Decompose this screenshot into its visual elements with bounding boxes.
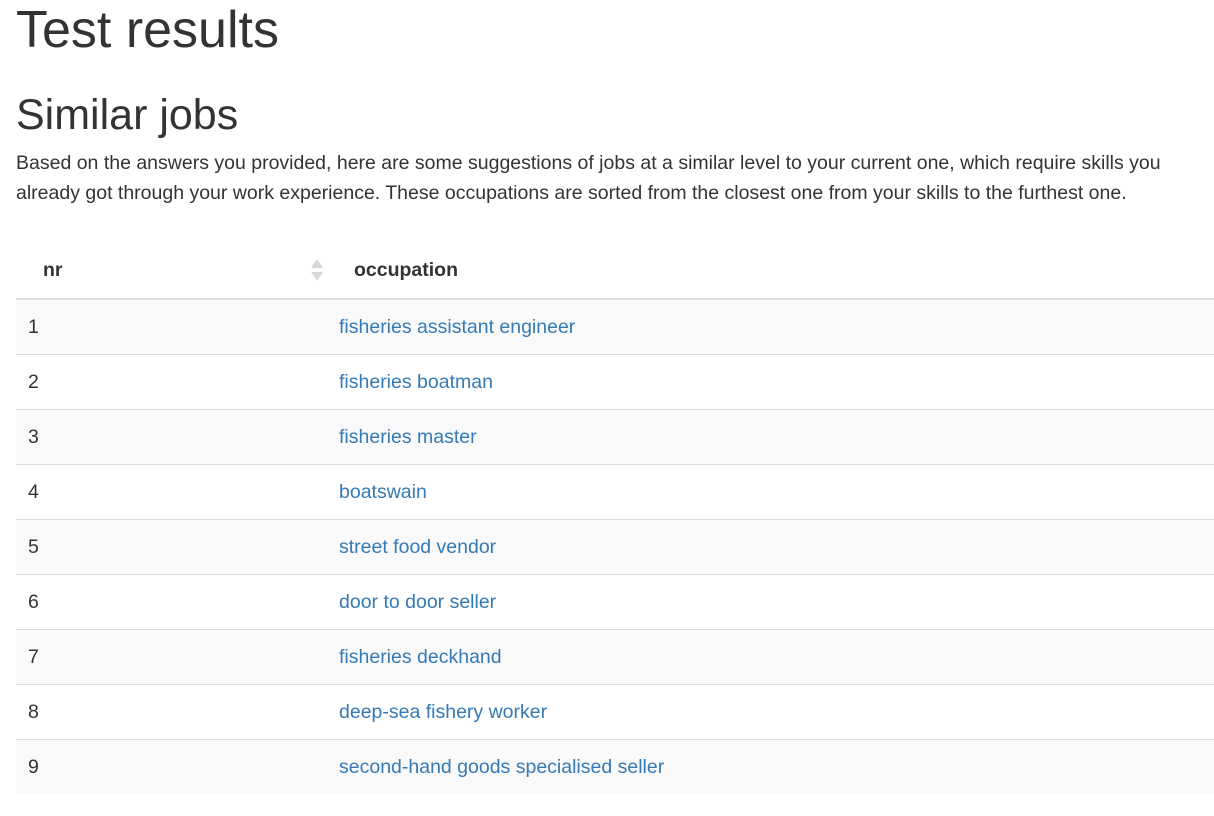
table-row: 3 fisheries master — [16, 409, 1214, 465]
occupation-link[interactable]: fisheries deckhand — [339, 646, 502, 668]
row-occupation: deep-sea fishery worker — [339, 684, 1214, 740]
row-nr: 7 — [16, 629, 339, 685]
column-header-occupation: occupation — [339, 242, 1214, 300]
row-nr: 3 — [16, 409, 339, 465]
row-occupation: boatswain — [339, 464, 1214, 520]
occupation-link[interactable]: street food vendor — [339, 536, 496, 558]
occupation-link[interactable]: fisheries boatman — [339, 371, 493, 393]
table-header: nr occupation — [16, 242, 1214, 300]
column-header-occupation-label: occupation — [354, 258, 459, 281]
row-nr: 9 — [16, 739, 339, 794]
column-header-nr[interactable]: nr — [16, 242, 339, 300]
sort-down-icon — [311, 272, 323, 281]
table-row: 8 deep-sea fishery worker — [16, 684, 1214, 740]
table-header-row: nr occupation — [16, 242, 1214, 300]
column-header-nr-label: nr — [43, 258, 63, 281]
row-nr: 5 — [16, 519, 339, 575]
table-body: 1 fisheries assistant engineer 2 fisheri… — [16, 299, 1214, 794]
similar-jobs-table: nr occupation 1 fisheries assistant engi… — [16, 242, 1214, 794]
sort-up-icon — [311, 259, 323, 268]
row-occupation: fisheries assistant engineer — [339, 299, 1214, 355]
row-nr: 8 — [16, 684, 339, 740]
row-occupation: second-hand goods specialised seller — [339, 739, 1214, 794]
row-occupation: fisheries deckhand — [339, 629, 1214, 685]
table-row: 6 door to door seller — [16, 574, 1214, 630]
section-title: Similar jobs — [16, 91, 239, 139]
row-nr: 4 — [16, 464, 339, 520]
row-nr: 1 — [16, 299, 339, 355]
row-nr: 6 — [16, 574, 339, 630]
table-row: 2 fisheries boatman — [16, 354, 1214, 410]
page: Test results Similar jobs Based on the a… — [0, 0, 1214, 816]
occupation-link[interactable]: second-hand goods specialised seller — [339, 756, 664, 778]
row-nr: 2 — [16, 354, 339, 410]
occupation-link[interactable]: fisheries master — [339, 426, 477, 448]
intro-text: Based on the answers you provided, here … — [16, 152, 1161, 204]
occupation-link[interactable]: deep-sea fishery worker — [339, 701, 547, 723]
table-row: 5 street food vendor — [16, 519, 1214, 575]
row-occupation: street food vendor — [339, 519, 1214, 575]
row-occupation: door to door seller — [339, 574, 1214, 630]
row-occupation: fisheries master — [339, 409, 1214, 465]
occupation-link[interactable]: door to door seller — [339, 591, 496, 613]
occupation-link[interactable]: boatswain — [339, 481, 427, 503]
table-row: 9 second-hand goods specialised seller — [16, 739, 1214, 794]
table-row: 1 fisheries assistant engineer — [16, 299, 1214, 355]
table-row: 4 boatswain — [16, 464, 1214, 520]
occupation-link[interactable]: fisheries assistant engineer — [339, 316, 575, 338]
page-title: Test results — [16, 1, 279, 59]
row-occupation: fisheries boatman — [339, 354, 1214, 410]
sort-both-icon[interactable] — [311, 258, 323, 282]
table-row: 7 fisheries deckhand — [16, 629, 1214, 685]
